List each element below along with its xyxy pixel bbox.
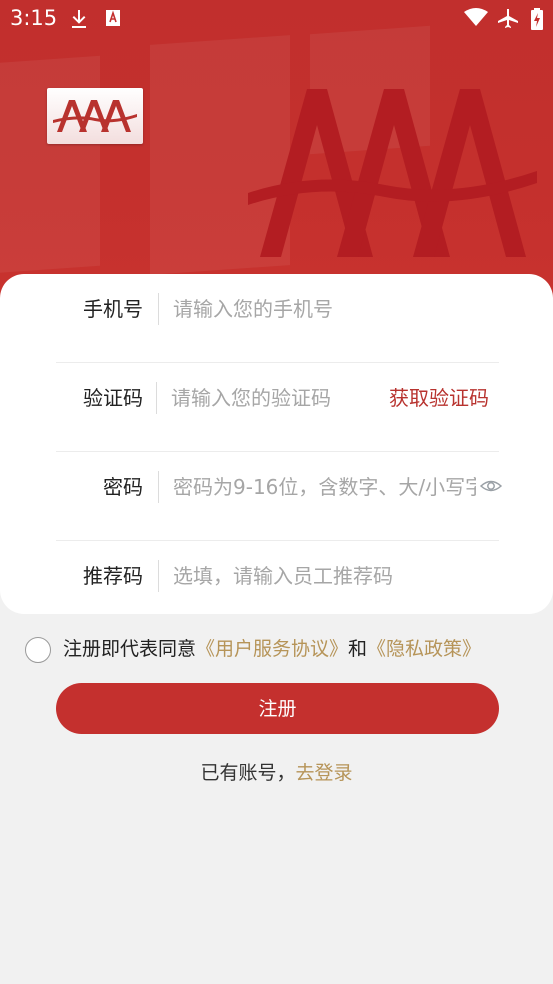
phone-input[interactable] — [173, 291, 489, 327]
airplane-icon — [497, 8, 519, 34]
field-divider — [158, 293, 159, 325]
phone-row: 手机号 — [56, 273, 499, 363]
register-button[interactable]: 注册 — [56, 683, 499, 734]
terms-link[interactable]: 《用户服务协议》 — [196, 638, 348, 660]
brand-watermark-logo — [245, 85, 545, 260]
referral-label: 推荐码 — [83, 564, 143, 588]
password-input[interactable] — [173, 469, 476, 505]
password-label: 密码 — [103, 475, 143, 499]
download-icon — [70, 8, 88, 34]
login-prompt: 已有账号，去登录 — [0, 758, 553, 785]
battery-icon — [531, 8, 543, 34]
login-link[interactable]: 去登录 — [296, 762, 353, 784]
code-label: 验证码 — [83, 386, 143, 410]
font-a-icon — [105, 8, 121, 32]
agreement-checkbox[interactable] — [25, 637, 51, 663]
agreement-and: 和 — [348, 638, 368, 660]
field-divider — [158, 471, 159, 503]
brand-logo — [47, 88, 143, 144]
verification-code-input[interactable] — [171, 380, 371, 416]
code-row: 验证码 获取验证码 — [56, 362, 499, 452]
referral-code-input[interactable] — [173, 558, 489, 594]
phone-label: 手机号 — [83, 297, 143, 321]
agreement-text: 注册即代表同意《用户服务协议》和《隐私政策》 — [63, 636, 481, 662]
status-time: 3:15 — [10, 6, 58, 30]
wifi-icon — [464, 8, 488, 32]
login-prompt-text: 已有账号， — [200, 762, 296, 784]
password-row: 密码 — [56, 451, 503, 541]
referral-row: 推荐码 — [56, 540, 499, 629]
status-bar: 3:15 — [0, 0, 553, 38]
get-code-button[interactable]: 获取验证码 — [389, 382, 489, 411]
register-form-card: 手机号 验证码 获取验证码 密码 推荐码 — [0, 274, 553, 614]
header-banner: 3:15 — [0, 0, 553, 300]
field-divider — [156, 382, 157, 414]
eye-icon[interactable] — [479, 474, 503, 498]
privacy-link[interactable]: 《隐私政策》 — [367, 638, 481, 660]
agreement-prefix: 注册即代表同意 — [63, 638, 197, 660]
field-divider — [158, 560, 159, 592]
